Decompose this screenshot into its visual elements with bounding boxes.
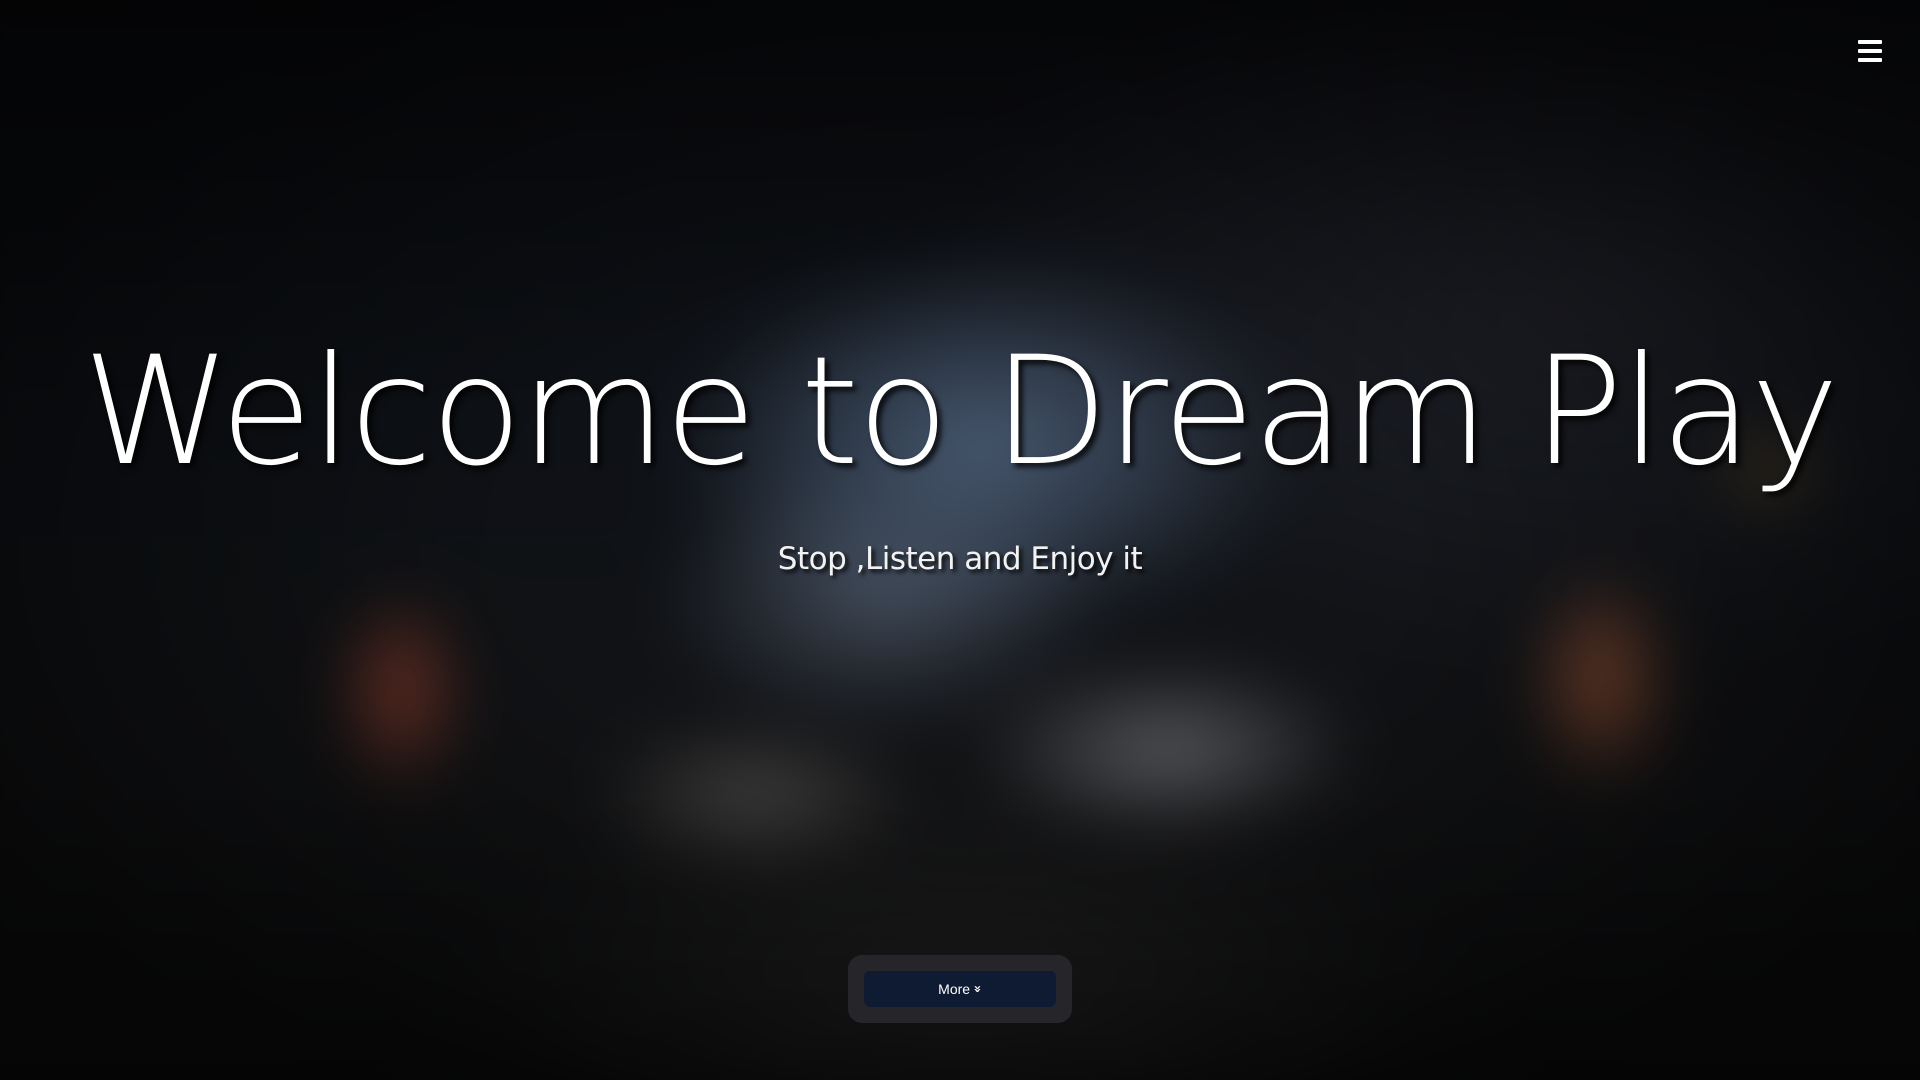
hero-section: Welcome to Dream Play Stop ,Listen and E… [0,0,1920,1080]
background-vignette [0,0,1920,1080]
menu-bar-middle [1858,49,1882,53]
hero-title: Welcome to Dream Play [82,325,1840,499]
double-chevron-down-icon: » [970,985,986,993]
more-button[interactable]: More » [864,971,1056,1007]
hero-subtitle: Stop ,Listen and Enjoy it [777,541,1143,577]
menu-bar-top [1858,40,1882,44]
more-button-label: More [938,981,971,997]
menu-bar-bottom [1858,58,1882,62]
hamburger-menu-icon[interactable] [1858,40,1882,62]
more-button-frame: More » [848,955,1072,1023]
